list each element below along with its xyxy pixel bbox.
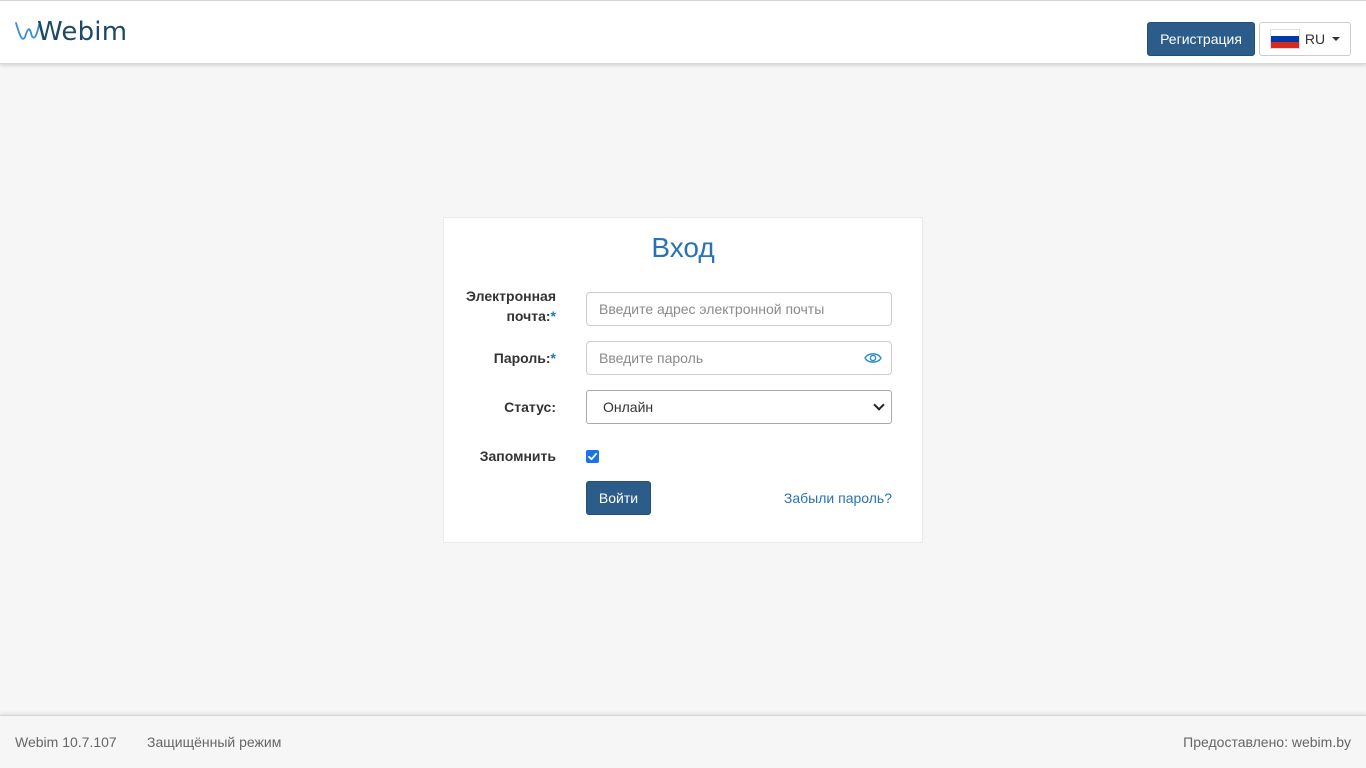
webim-logo[interactable]: Webim: [14, 17, 127, 47]
register-button[interactable]: Регистрация: [1147, 22, 1255, 56]
forgot-password-link[interactable]: Забыли пароль?: [784, 490, 892, 506]
password-field[interactable]: [586, 341, 892, 375]
required-mark: *: [550, 308, 556, 324]
email-label-line1: Электронная: [466, 288, 556, 304]
login-panel: Вход Электронная почта:* Пароль:* Статус…: [443, 217, 923, 543]
footer-version: Webim 10.7.107: [15, 734, 117, 750]
footer-secure-mode: Защищённый режим: [147, 734, 282, 750]
caret-down-icon: [1332, 37, 1341, 41]
top-header: Webim Регистрация RU: [0, 0, 1366, 64]
login-button[interactable]: Войти: [586, 481, 651, 515]
language-dropdown[interactable]: RU: [1259, 22, 1351, 56]
language-code: RU: [1304, 31, 1326, 47]
email-field[interactable]: [586, 292, 892, 326]
status-selected-value: Онлайн: [603, 399, 654, 415]
eye-icon[interactable]: [864, 351, 882, 365]
status-select[interactable]: Онлайн: [586, 390, 892, 424]
remember-label: Запомнить: [479, 448, 556, 464]
login-title: Вход: [651, 232, 715, 263]
email-label-line2: почта:: [506, 308, 551, 324]
email-label: Электронная почта:*: [466, 286, 556, 326]
remember-checkbox[interactable]: [586, 450, 599, 463]
required-mark: *: [550, 350, 556, 366]
chevron-down-icon: [873, 399, 885, 411]
status-label: Статус:: [504, 399, 556, 415]
footer: Webim 10.7.107 Защищённый режим Предоста…: [0, 715, 1366, 768]
logo-text: Webim: [37, 17, 128, 47]
password-label-text: Пароль:: [493, 350, 551, 366]
russia-flag-icon: [1269, 29, 1300, 49]
footer-provided-by: Предоставлено: webim.by: [1183, 734, 1351, 750]
checkmark-icon: [588, 452, 598, 461]
password-label: Пароль:*: [494, 348, 556, 368]
